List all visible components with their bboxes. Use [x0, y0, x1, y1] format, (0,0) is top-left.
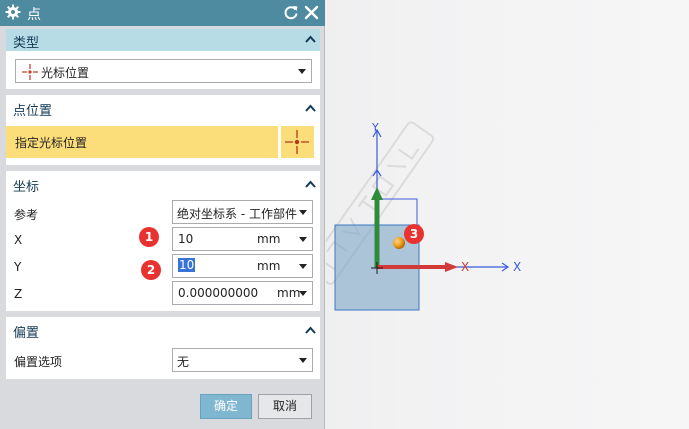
- reset-icon[interactable]: [283, 4, 299, 21]
- dropdown-arrow-icon: [299, 210, 307, 215]
- triad-x-arrow-icon[interactable]: [445, 262, 458, 272]
- reference-label: 参考: [14, 208, 39, 222]
- viewport-canvas: Y X X: [326, 121, 521, 311]
- offset-option-label: 偏置选项: [14, 355, 63, 369]
- x-unit: mm: [257, 232, 281, 246]
- offset-option-dropdown[interactable]: 无: [172, 348, 313, 372]
- collapse-caret-icon[interactable]: [305, 180, 316, 188]
- offset-section: 偏置 偏置选项 无: [6, 317, 320, 379]
- x-label: X: [14, 233, 23, 247]
- y-coordinate-value: 10: [178, 258, 196, 272]
- close-icon[interactable]: [304, 4, 319, 21]
- coordinates-header[interactable]: 坐标: [6, 171, 320, 197]
- triad-x-label: X: [461, 260, 469, 274]
- cancel-button[interactable]: 取消: [258, 394, 312, 419]
- type-section-title: 类型: [13, 36, 40, 51]
- specify-cursor-location-label: 指定光标位置: [15, 136, 88, 150]
- gear-icon[interactable]: [5, 4, 21, 20]
- dropdown-arrow-icon: [298, 69, 306, 74]
- z-unit: mm: [277, 286, 301, 300]
- y-unit: mm: [257, 259, 281, 273]
- point-handle[interactable]: [393, 237, 405, 249]
- dropdown-arrow-icon[interactable]: [299, 264, 307, 269]
- z-label: Z: [14, 287, 23, 301]
- collapse-caret-icon[interactable]: [305, 35, 316, 43]
- collapse-caret-icon[interactable]: [305, 104, 316, 112]
- triad-y-arrow-icon[interactable]: [371, 187, 383, 200]
- ok-button[interactable]: 确定: [200, 394, 252, 419]
- z-coordinate-field[interactable]: 0.000000000 mm: [172, 281, 313, 305]
- cursor-point-icon: [285, 130, 309, 154]
- wcs-x-label: X: [513, 260, 521, 274]
- point-location-section: 点位置 指定光标位置: [6, 95, 320, 165]
- y-coordinate-field[interactable]: 10 mm: [172, 254, 313, 278]
- dropdown-arrow-icon[interactable]: [299, 237, 307, 242]
- reference-dropdown[interactable]: 绝对坐标系 - 工作部件: [172, 200, 313, 224]
- point-dialog: 点 类型 光标位置 点位置 指定光标位置 坐标 参考 绝对坐标系 - 工作部件 …: [0, 0, 325, 429]
- z-coordinate-value: 0.000000000: [178, 286, 259, 300]
- type-section: 类型 光标位置: [6, 29, 320, 89]
- dropdown-arrow-icon: [299, 358, 307, 363]
- reference-dropdown-value: 绝对坐标系 - 工作部件: [177, 207, 297, 221]
- x-coordinate-value: 10: [178, 232, 194, 246]
- type-dropdown[interactable]: 光标位置: [15, 59, 312, 83]
- y-label: Y: [14, 260, 22, 274]
- coordinates-section: 坐标 参考 绝对坐标系 - 工作部件 X 10 mm Y 10 mm Z 0.0…: [6, 171, 320, 311]
- point-dialog-button[interactable]: [281, 126, 314, 158]
- type-section-header[interactable]: 类型: [6, 29, 320, 51]
- dropdown-arrow-icon[interactable]: [299, 291, 307, 296]
- type-dropdown-value: 光标位置: [41, 66, 90, 80]
- callout-badge-1: 1: [139, 227, 159, 247]
- graphics-viewport[interactable]: Y X X 3: [326, 0, 689, 429]
- offset-option-value: 无: [177, 355, 190, 369]
- coordinates-title: 坐标: [13, 180, 40, 195]
- callout-badge-2: 2: [141, 260, 161, 280]
- wcs-y-label: Y: [371, 121, 379, 134]
- cursor-point-icon: [22, 64, 38, 80]
- offset-header[interactable]: 偏置: [6, 317, 320, 343]
- collapse-caret-icon[interactable]: [305, 326, 316, 334]
- point-location-title: 点位置: [13, 104, 53, 119]
- dialog-titlebar: 点: [0, 0, 325, 26]
- x-coordinate-field[interactable]: 10 mm: [172, 227, 313, 251]
- offset-title: 偏置: [13, 326, 40, 341]
- dialog-title: 点: [27, 7, 41, 23]
- point-location-header[interactable]: 点位置: [6, 95, 320, 121]
- specify-cursor-location-row[interactable]: 指定光标位置: [6, 126, 278, 158]
- callout-badge-3: 3: [404, 224, 424, 244]
